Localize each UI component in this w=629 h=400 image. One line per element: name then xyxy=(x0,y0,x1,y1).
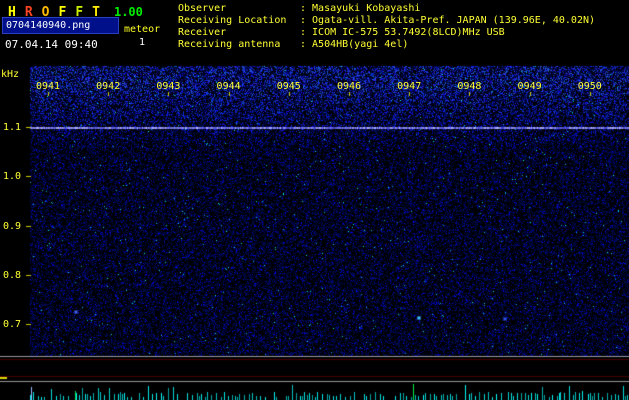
time-label: 0941 xyxy=(35,81,61,92)
freq-axis-unit: kHz xyxy=(1,69,20,80)
time-label: 0948 xyxy=(457,81,482,92)
info-value: : Masayuki Kobayashi xyxy=(300,3,421,14)
info-row: Receiver : ICOM IC-575 53.7492(8LCD)MHz U… xyxy=(178,27,595,39)
freq-label: 1.0 xyxy=(3,171,22,183)
hrofft-window: H R O F F T 1.00 0704140940.png meteor 1 07.04… xyxy=(0,0,629,400)
info-label: Receiver xyxy=(178,27,227,38)
info-value: : A504HB(yagi 4el) xyxy=(300,39,409,50)
meteor-label: meteor xyxy=(124,24,161,35)
info-row: Observer : Masayuki Kobayashi xyxy=(178,3,595,15)
time-label: 0945 xyxy=(276,81,301,92)
info-value: : Ogata-vill. Akita-Pref. JAPAN (139.96E… xyxy=(300,15,596,26)
filename-box: 0704140940.png xyxy=(2,17,119,34)
info-label: Observer xyxy=(178,3,227,14)
freq-label: 0.8 xyxy=(3,269,22,281)
time-label: 0944 xyxy=(216,81,241,92)
observer-info-block: Observer: Masayuki Kobayashi Receiving Lo… xyxy=(178,3,595,51)
time-label: 0943 xyxy=(156,81,181,92)
time-label: 0950 xyxy=(577,81,602,92)
info-row: Receiving Location : Ogata-vill. Akita-Pr… xyxy=(178,15,595,27)
time-label: 0942 xyxy=(96,81,121,92)
filename-text: 0704140940.png xyxy=(6,20,91,31)
info-label: Receiving Location xyxy=(178,15,287,26)
meteor-count: 1 xyxy=(139,37,146,48)
info-label: Receiving antenna xyxy=(178,39,281,50)
info-row: Receiving antenna : A504HB(yagi 4el) xyxy=(178,39,595,51)
spectrogram-canvas xyxy=(0,0,629,400)
timestamp: 07.04.14 09:40 xyxy=(5,38,98,51)
info-value: : ICOM IC-575 53.7492(8LCD)MHz USB xyxy=(300,27,505,38)
time-label: 0949 xyxy=(517,81,542,92)
freq-label: 0.9 xyxy=(3,220,22,232)
time-label: 0946 xyxy=(336,81,362,92)
freq-label: 0.7 xyxy=(3,319,22,330)
freq-label: 1.1 xyxy=(3,122,22,133)
time-label: 0947 xyxy=(397,81,422,92)
